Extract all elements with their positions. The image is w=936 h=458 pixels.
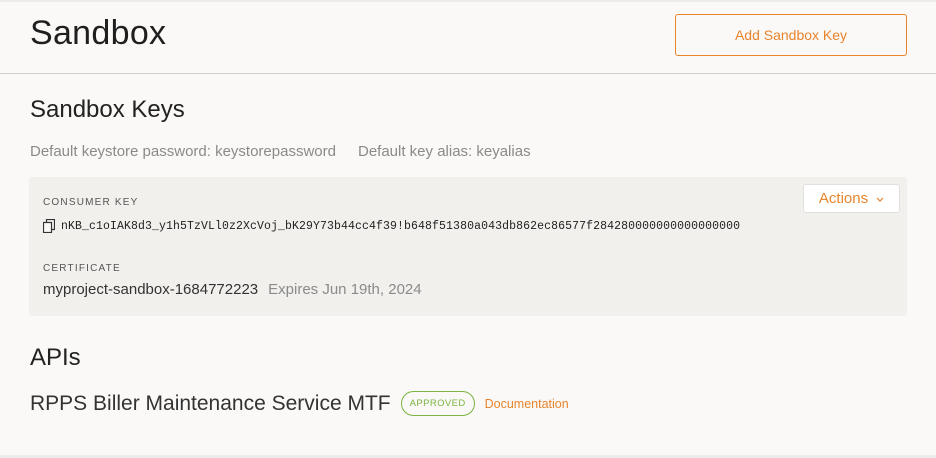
certificate-name: myproject-sandbox-1684772223 — [43, 281, 259, 298]
chevron-down-icon — [876, 194, 884, 204]
actions-label: Actions — [818, 190, 869, 207]
consumer-key-value: nKB_c1oIAK8d3_y1h5TzVLl0z2XcVoj_bK29Y73b… — [61, 219, 741, 233]
certificate-expiry: Expires Jun 19th, 2024 — [268, 281, 422, 298]
consumer-key-label: CONSUMER KEY — [43, 197, 139, 208]
consumer-key-row: nKB_c1oIAK8d3_y1h5TzVLl0z2XcVoj_bK29Y73b… — [43, 219, 740, 233]
certificate-row: myproject-sandbox-1684772223 Expires Jun… — [43, 281, 422, 298]
sandbox-key-card: CONSUMER KEY nKB_c1oIAK8d3_y1h5TzVLl0z2X… — [29, 177, 907, 316]
documentation-link[interactable]: Documentation — [485, 397, 569, 411]
copy-icon[interactable] — [43, 219, 55, 233]
apis-title: APIs — [30, 344, 81, 371]
default-password-text: Default keystore password: keystorepassw… — [30, 143, 336, 160]
certificate-label: CERTIFICATE — [43, 263, 121, 274]
api-list-item: RPPS Biller Maintenance Service MTF APPR… — [30, 391, 569, 416]
status-badge: APPROVED — [400, 391, 475, 416]
sandbox-keys-title: Sandbox Keys — [30, 96, 185, 123]
actions-dropdown-button[interactable]: Actions — [803, 184, 900, 213]
api-name: RPPS Biller Maintenance Service MTF — [30, 391, 391, 415]
page-title: Sandbox — [30, 14, 167, 52]
defaults-row: Default keystore password: keystorepassw… — [30, 143, 531, 160]
default-alias-text: Default key alias: keyalias — [357, 143, 531, 160]
page-header: Sandbox Add Sandbox Key — [0, 0, 936, 74]
add-sandbox-key-button[interactable]: Add Sandbox Key — [675, 14, 907, 56]
